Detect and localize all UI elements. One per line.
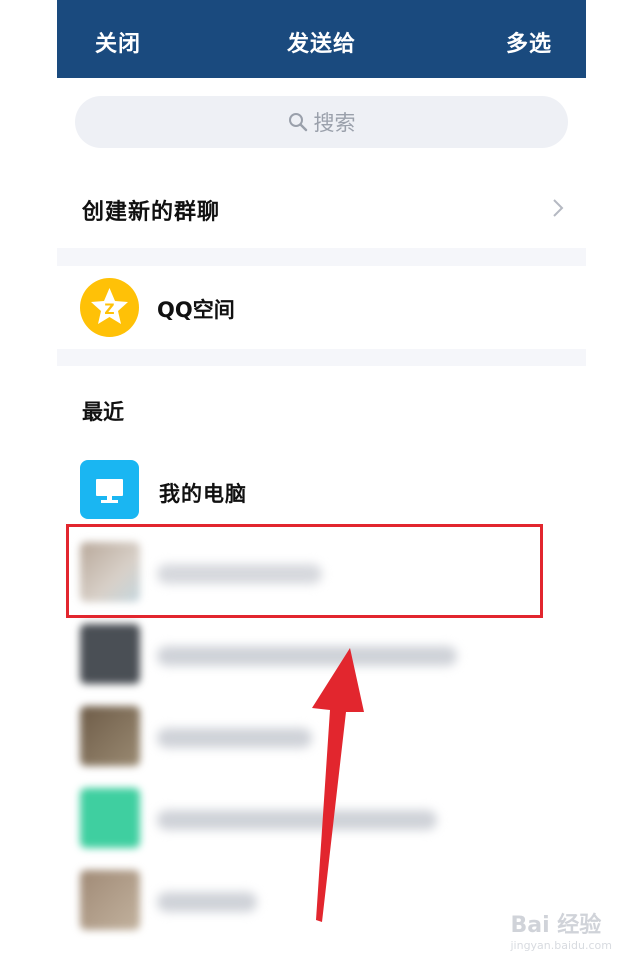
computer-icon [80, 460, 139, 519]
chevron-right-icon [553, 199, 564, 217]
watermark-subtext: jingyan.baidu.com [510, 939, 612, 952]
qzone-star-icon: Z [80, 278, 139, 337]
avatar [80, 788, 140, 848]
watermark-text: Bai 经验 [510, 913, 602, 938]
watermark: Bai 经验 jingyan.baidu.com [510, 907, 612, 952]
create-group-row[interactable]: 创建新的群聊 [57, 168, 586, 248]
list-item-label-blurred [157, 728, 312, 748]
search-input[interactable]: 搜索 [75, 96, 568, 148]
list-item-label: 我的电脑 [159, 482, 247, 506]
search-icon [288, 113, 307, 132]
qzone-label: QQ空间 [157, 298, 235, 322]
list-item-label-blurred [157, 810, 437, 830]
top-bar: 关闭 发送给 多选 [57, 0, 586, 78]
svg-text:Z: Z [104, 302, 114, 318]
avatar [80, 870, 140, 930]
avatar [80, 624, 140, 684]
arrow-up-annotation [312, 648, 364, 922]
list-item-label-blurred [157, 892, 257, 912]
search-section: 搜索 [57, 78, 586, 168]
qzone-row[interactable]: Z QQ空间 [57, 266, 586, 349]
multi-select-button[interactable]: 多选 [506, 26, 552, 58]
search-placeholder: 搜索 [313, 111, 356, 135]
recent-title: 最近 [82, 400, 124, 424]
highlight-box [66, 524, 543, 618]
avatar [80, 706, 140, 766]
create-group-label: 创建新的群聊 [82, 200, 221, 225]
list-item-my-computer[interactable]: 我的电脑 [57, 454, 586, 526]
